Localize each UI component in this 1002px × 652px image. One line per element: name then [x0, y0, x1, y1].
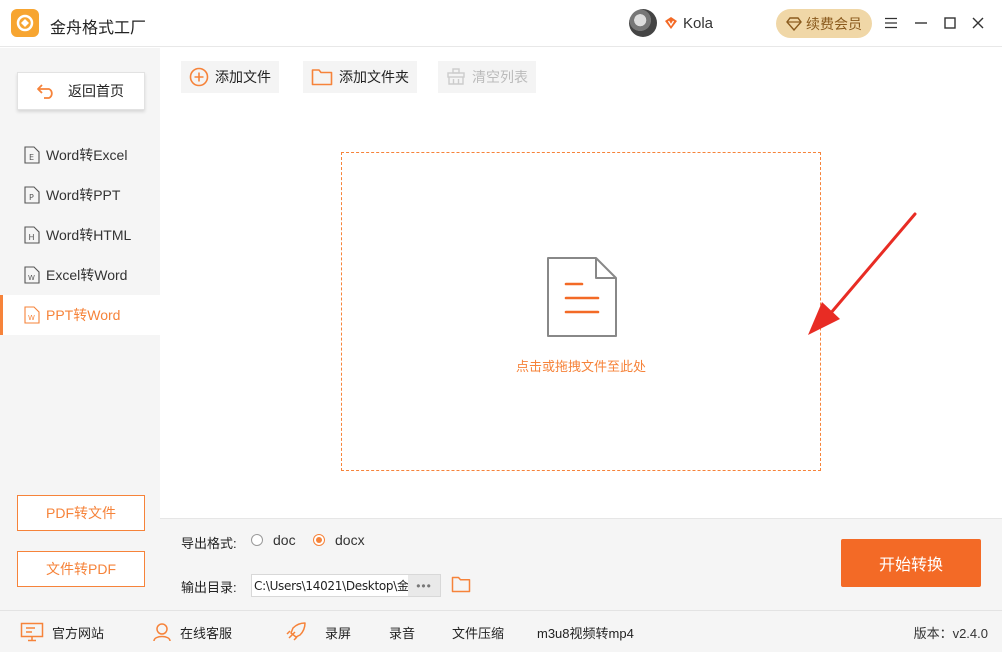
app-logo-icon — [11, 9, 39, 37]
renew-membership-label: 续费会员 — [806, 15, 862, 32]
output-path-field[interactable]: C:\Users\14021\Desktop\金舟 ••• — [251, 574, 441, 597]
word-file-icon: W — [24, 306, 40, 324]
svg-text:E: E — [29, 153, 34, 162]
export-format-label: 导出格式: — [181, 536, 237, 551]
sidebar: 返回首页 E Word转Excel P Word转PPT H Word转HTML… — [0, 48, 160, 610]
open-folder-icon[interactable] — [451, 576, 471, 593]
footer-item-label: 在线客服 — [180, 625, 233, 641]
diamond-icon — [786, 16, 802, 31]
output-path-value: C:\Users\14021\Desktop\金舟 — [254, 579, 408, 593]
monitor-icon — [20, 622, 44, 642]
footer-item-label: 录屏 — [325, 625, 352, 641]
red-arrow-annotation — [808, 212, 917, 335]
footer-m3u8-to-mp4[interactable]: m3u8视频转mp4 — [537, 611, 634, 652]
vip-badge-icon — [665, 17, 677, 29]
sidebar-item-ppt-to-word[interactable]: W PPT转Word — [0, 295, 160, 335]
sidebar-item-label: PPT转Word — [46, 307, 121, 323]
user-avatar[interactable] — [629, 9, 657, 37]
drop-zone-hint: 点击或拖拽文件至此处 — [515, 359, 646, 374]
svg-text:H: H — [29, 233, 35, 242]
close-button[interactable] — [967, 12, 989, 34]
broom-icon — [447, 68, 465, 85]
footer-item-label: 录音 — [389, 625, 416, 641]
maximize-button[interactable] — [939, 12, 961, 34]
clear-list-label: 清空列表 — [472, 69, 528, 85]
pdf-to-file-button[interactable]: PDF转文件 — [17, 495, 145, 531]
format-doc-label[interactable]: doc — [273, 532, 296, 548]
clear-list-button[interactable]: 清空列表 — [438, 61, 536, 93]
sidebar-item-label: Word转PPT — [46, 187, 121, 203]
footer-item-label: 官方网站 — [52, 625, 105, 641]
app-title: 金舟格式工厂 — [50, 20, 147, 37]
add-folder-label: 添加文件夹 — [339, 69, 409, 85]
footer-bar: 官方网站 在线客服 录屏 录音 文件压缩 m3u8视频转mp4 版本：v2.4.… — [0, 610, 1002, 652]
sidebar-item-word-to-excel[interactable]: E Word转Excel — [0, 135, 160, 175]
add-folder-button[interactable]: 添加文件夹 — [303, 61, 417, 93]
footer-official-site[interactable]: 官方网站 — [20, 611, 104, 652]
menu-button[interactable] — [880, 12, 902, 34]
renew-membership-button[interactable]: 续费会员 — [776, 9, 872, 38]
format-radio-doc[interactable] — [251, 534, 263, 546]
browse-more-button[interactable]: ••• — [408, 575, 440, 596]
excel-file-icon: E — [24, 146, 40, 164]
sidebar-item-word-to-html[interactable]: H Word转HTML — [0, 215, 160, 255]
footer-item-label: 文件压缩 — [452, 625, 505, 641]
html-file-icon: H — [24, 226, 40, 244]
folder-icon — [311, 69, 333, 86]
start-conversion-button[interactable]: 开始转换 — [841, 539, 981, 587]
sidebar-item-label: Word转Excel — [46, 147, 128, 163]
footer-screen-record[interactable]: 录屏 — [285, 611, 351, 652]
customer-service-icon — [153, 623, 171, 642]
close-icon — [972, 17, 984, 29]
word-file-icon: W — [24, 266, 40, 284]
output-directory-label: 输出目录: — [181, 580, 237, 595]
back-arrow-icon — [37, 84, 53, 99]
svg-text:W: W — [28, 314, 35, 322]
format-radio-docx[interactable] — [313, 534, 325, 546]
add-circle-icon — [189, 67, 209, 87]
footer-audio-record[interactable]: 录音 — [389, 611, 415, 652]
file-to-pdf-button[interactable]: 文件转PDF — [17, 551, 145, 587]
title-bar: 金舟格式工厂 Kola 续费会员 — [0, 0, 1002, 47]
add-file-button[interactable]: 添加文件 — [181, 61, 279, 93]
rocket-icon — [286, 622, 306, 641]
svg-text:P: P — [29, 193, 34, 202]
ppt-file-icon: P — [24, 186, 40, 204]
minimize-button[interactable] — [910, 12, 932, 34]
app-version: 版本：v2.4.0 — [913, 625, 988, 641]
footer-online-support[interactable]: 在线客服 — [152, 611, 232, 652]
output-settings: 导出格式: doc docx 输出目录: C:\Users\14021\Desk… — [160, 518, 1002, 610]
format-docx-label[interactable]: docx — [335, 532, 365, 548]
file-drop-zone[interactable]: 点击或拖拽文件至此处 — [341, 152, 821, 471]
maximize-icon — [944, 17, 956, 29]
back-home-label: 返回首页 — [68, 83, 124, 99]
sidebar-item-label: Word转HTML — [46, 227, 132, 243]
footer-file-compress[interactable]: 文件压缩 — [452, 611, 504, 652]
sidebar-item-label: Excel转Word — [46, 267, 128, 283]
add-file-label: 添加文件 — [215, 69, 271, 85]
username[interactable]: Kola — [683, 15, 713, 32]
sidebar-item-word-to-ppt[interactable]: P Word转PPT — [0, 175, 160, 215]
back-home-button[interactable]: 返回首页 — [17, 72, 145, 110]
document-icon — [547, 257, 617, 337]
sidebar-item-excel-to-word[interactable]: W Excel转Word — [0, 255, 160, 295]
svg-text:W: W — [28, 274, 35, 282]
main-panel: 添加文件 添加文件夹 清空列表 点击或拖拽文件至此处 — [160, 48, 1002, 518]
minimize-icon — [915, 22, 927, 24]
menu-icon — [885, 17, 897, 29]
footer-item-label: m3u8视频转mp4 — [537, 625, 634, 641]
